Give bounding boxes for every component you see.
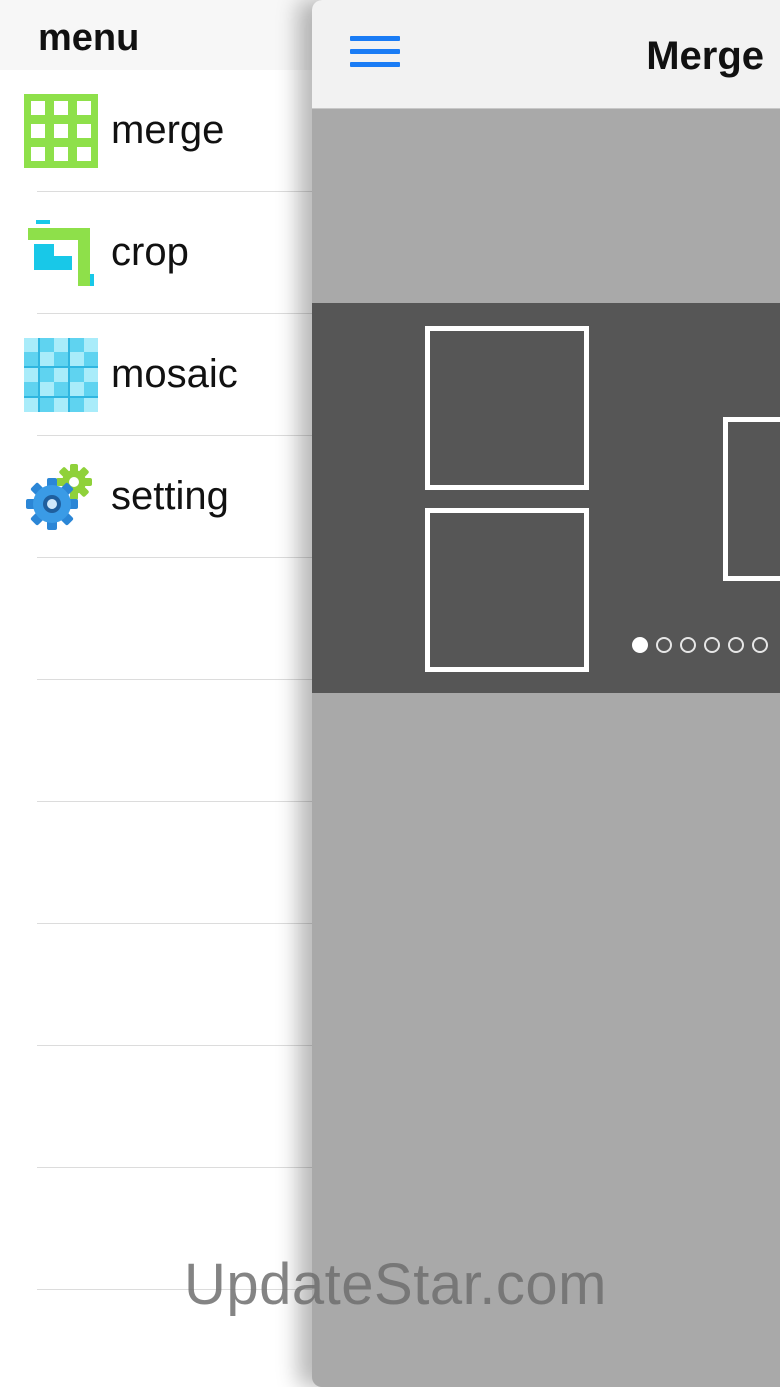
page-indicator[interactable]	[632, 637, 768, 653]
template-frame[interactable]	[425, 508, 589, 672]
menu-item-merge[interactable]: merge	[0, 70, 340, 192]
menu-item-label: merge	[111, 108, 225, 152]
menu-item-mosaic[interactable]: mosaic	[0, 314, 340, 436]
hamburger-icon[interactable]	[348, 36, 400, 70]
menu-item-crop[interactable]: crop	[0, 192, 340, 314]
main-panel: Merge	[312, 0, 780, 1387]
side-menu: menu merge crop mosaic setting	[0, 0, 340, 1387]
page-dot[interactable]	[728, 637, 744, 653]
menu-item-label: mosaic	[111, 352, 238, 396]
menu-header: menu	[0, 0, 340, 70]
template-carousel[interactable]	[312, 303, 780, 693]
menu-item-label: setting	[111, 474, 229, 518]
page-title: Merge	[646, 34, 764, 78]
crop-icon	[28, 220, 94, 286]
list-item	[0, 680, 340, 802]
gear-icon	[26, 464, 92, 530]
list-item	[0, 802, 340, 924]
page-dot[interactable]	[680, 637, 696, 653]
page-dot[interactable]	[704, 637, 720, 653]
menu-item-label: crop	[111, 230, 189, 274]
list-item	[0, 924, 340, 1046]
page-dot[interactable]	[656, 637, 672, 653]
navigation-bar: Merge	[312, 0, 780, 109]
page-dot[interactable]	[752, 637, 768, 653]
list-item	[0, 1046, 340, 1168]
grid-icon	[24, 94, 98, 168]
menu-title: menu	[38, 17, 140, 59]
watermark: UpdateStar.com	[184, 1252, 607, 1317]
menu-item-setting[interactable]: setting	[0, 436, 340, 558]
template-frame[interactable]	[425, 326, 589, 490]
template-frame[interactable]	[723, 417, 780, 581]
list-item	[0, 558, 340, 680]
page-dot[interactable]	[632, 637, 648, 653]
mosaic-icon	[24, 338, 98, 412]
